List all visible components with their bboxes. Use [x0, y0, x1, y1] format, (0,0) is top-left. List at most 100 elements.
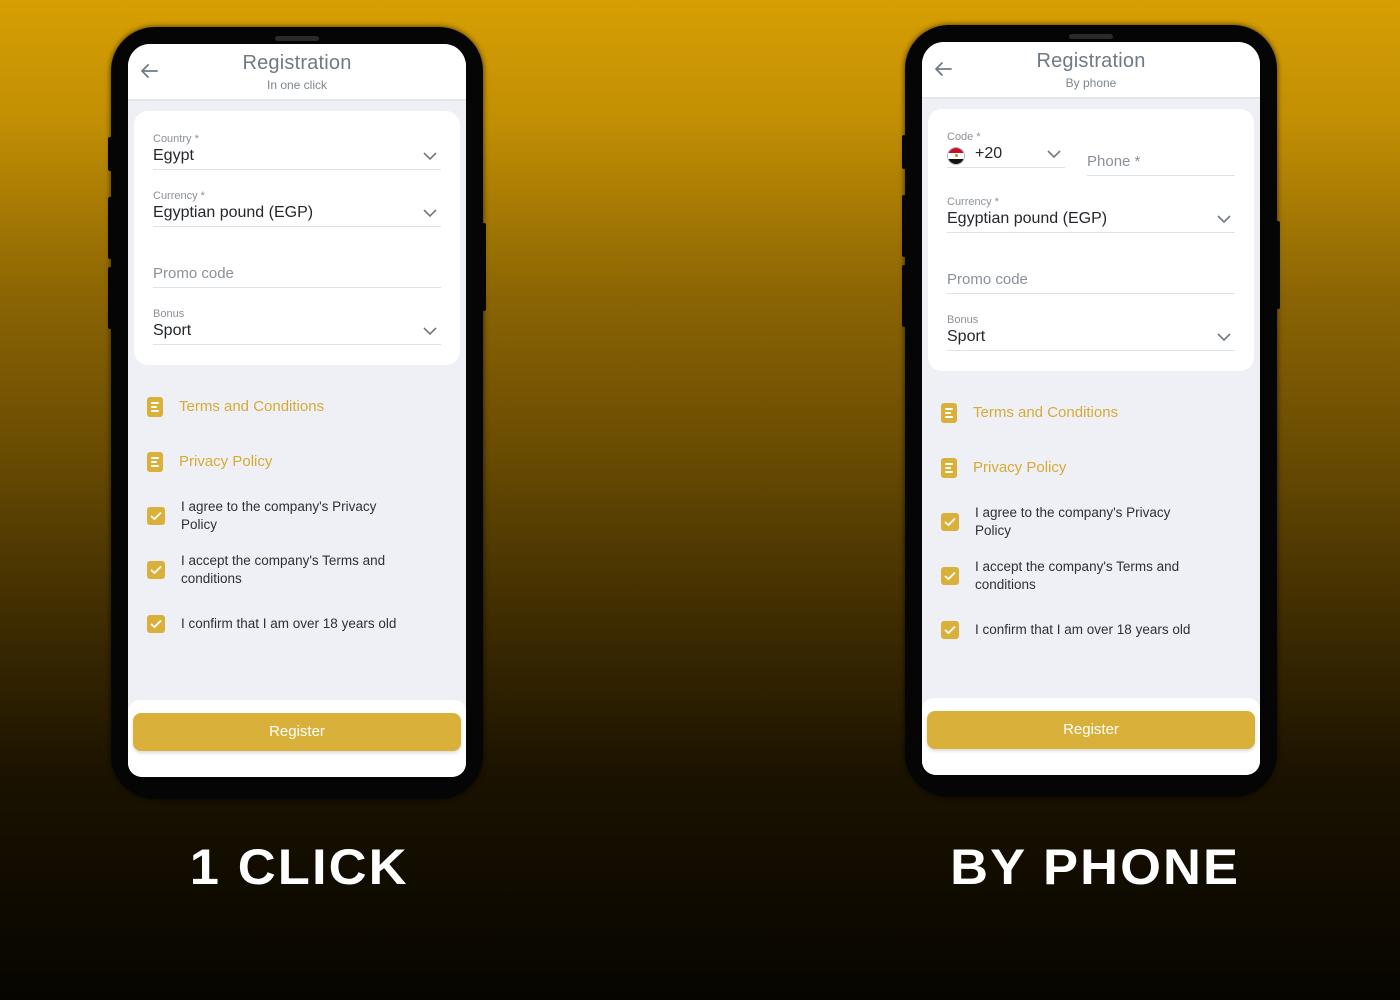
terms-link-label: Terms and Conditions: [973, 404, 1119, 421]
accept-terms-checkbox[interactable]: [147, 561, 165, 579]
app-header: Registration In one click: [128, 44, 466, 101]
phone-side-button: [108, 267, 112, 329]
currency-label: Currency *: [153, 190, 205, 202]
privacy-link-label: Privacy Policy: [973, 459, 1067, 476]
currency-select[interactable]: Currency * Egyptian pound (EGP): [153, 184, 441, 227]
accept-terms-row: I accept the company's Terms and conditi…: [941, 549, 1241, 603]
bonus-select[interactable]: Bonus Sport: [947, 308, 1235, 351]
back-arrow-icon[interactable]: [932, 58, 954, 80]
terms-link-label: Terms and Conditions: [179, 398, 325, 415]
accept-terms-label: I accept the company's Terms and conditi…: [975, 559, 1180, 592]
privacy-link[interactable]: Privacy Policy: [941, 440, 1241, 495]
country-value: Egypt: [153, 147, 194, 164]
country-label: Country *: [153, 133, 199, 145]
agree-privacy-label: I agree to the company's Privacy Policy: [975, 505, 1171, 538]
footer-bar: Register: [922, 698, 1260, 775]
agree-privacy-checkbox[interactable]: [147, 507, 165, 525]
bonus-label: Bonus: [153, 308, 185, 320]
egypt-flag-icon: [947, 147, 965, 165]
promo-code-placeholder: Promo code: [153, 265, 234, 282]
accept-terms-checkbox[interactable]: [941, 567, 959, 585]
agree-privacy-label: I agree to the company's Privacy Policy: [181, 499, 377, 532]
bonus-select[interactable]: Bonus Sport: [153, 302, 441, 345]
terms-link[interactable]: Terms and Conditions: [147, 379, 447, 434]
age-confirm-checkbox[interactable]: [147, 615, 165, 633]
chevron-down-icon: [1217, 333, 1231, 342]
agree-privacy-row: I agree to the company's Privacy Policy: [941, 495, 1241, 549]
promo-code-input[interactable]: Promo code: [947, 251, 1235, 294]
back-arrow-icon[interactable]: [138, 60, 160, 82]
checkmark-icon: [150, 511, 162, 521]
phone-notch: [1069, 34, 1113, 39]
document-icon: [941, 402, 957, 423]
chevron-down-icon: [1217, 215, 1231, 224]
accept-terms-label: I accept the company's Terms and conditi…: [181, 553, 386, 586]
form-card: Code * +20 Phone * Currency * Egyptian p…: [928, 109, 1254, 371]
phone-side-button: [108, 197, 112, 259]
page-subtitle: By phone: [1065, 76, 1117, 90]
phone-row: Code * +20 Phone *: [947, 119, 1235, 176]
checkmark-icon: [944, 571, 956, 581]
page-subtitle: In one click: [266, 78, 328, 92]
promo-code-placeholder: Promo code: [947, 271, 1028, 288]
checkmark-icon: [150, 565, 162, 575]
app-header: Registration By phone: [922, 42, 1260, 99]
bonus-label: Bonus: [947, 314, 979, 326]
terms-link[interactable]: Terms and Conditions: [941, 385, 1241, 440]
country-code-select[interactable]: Code * +20: [947, 125, 1065, 168]
bonus-value: Sport: [153, 322, 192, 339]
checkmark-icon: [150, 619, 162, 629]
checkmark-icon: [944, 625, 956, 635]
legal-section: Terms and Conditions Privacy Policy I ag…: [922, 371, 1260, 657]
bonus-value: Sport: [947, 328, 986, 345]
chevron-down-icon: [423, 152, 437, 161]
phone-by-phone: Registration By phone Code * +20 Phone *…: [902, 25, 1280, 797]
phone-power-button: [1276, 221, 1280, 309]
phone-one-click: Registration In one click Country * Egyp…: [108, 27, 486, 799]
currency-value: Egyptian pound (EGP): [947, 210, 1108, 227]
phone-notch: [275, 36, 319, 41]
currency-select[interactable]: Currency * Egyptian pound (EGP): [947, 190, 1235, 233]
page-title: Registration: [242, 52, 352, 74]
currency-value: Egyptian pound (EGP): [153, 204, 314, 221]
age-confirm-label: I confirm that I am over 18 years old: [975, 622, 1191, 637]
page-title: Registration: [1036, 50, 1146, 72]
screen: Registration In one click Country * Egyp…: [128, 44, 466, 777]
phone-side-button: [902, 135, 906, 169]
phone-side-button: [108, 137, 112, 171]
footer-bar: Register: [128, 700, 466, 777]
checkmark-icon: [944, 517, 956, 527]
chevron-down-icon: [423, 327, 437, 336]
agree-privacy-checkbox[interactable]: [941, 513, 959, 531]
privacy-link-label: Privacy Policy: [179, 453, 273, 470]
code-value: +20: [975, 145, 1003, 162]
age-confirm-checkbox[interactable]: [941, 621, 959, 639]
register-button[interactable]: Register: [927, 711, 1255, 749]
phone-side-button: [902, 265, 906, 327]
legal-section: Terms and Conditions Privacy Policy I ag…: [128, 365, 466, 651]
caption-one-click: 1 CLICK: [189, 839, 409, 895]
agree-privacy-row: I agree to the company's Privacy Policy: [147, 489, 447, 543]
document-icon: [147, 451, 163, 472]
accept-terms-row: I accept the company's Terms and conditi…: [147, 543, 447, 597]
phone-input[interactable]: Phone *: [1087, 133, 1235, 176]
age-confirm-label: I confirm that I am over 18 years old: [181, 616, 397, 631]
country-select[interactable]: Country * Egypt: [153, 127, 441, 170]
document-icon: [941, 457, 957, 478]
register-button[interactable]: Register: [133, 713, 461, 751]
phone-power-button: [482, 223, 486, 311]
chevron-down-icon: [1047, 150, 1061, 159]
code-label: Code *: [947, 131, 981, 143]
caption-by-phone: BY PHONE: [950, 839, 1241, 895]
phone-placeholder: Phone *: [1087, 153, 1141, 170]
screen: Registration By phone Code * +20 Phone *…: [922, 42, 1260, 775]
currency-label: Currency *: [947, 196, 999, 208]
document-icon: [147, 396, 163, 417]
age-confirm-row: I confirm that I am over 18 years old: [147, 597, 447, 651]
privacy-link[interactable]: Privacy Policy: [147, 434, 447, 489]
promo-code-input[interactable]: Promo code: [153, 245, 441, 288]
form-card: Country * Egypt Currency * Egyptian poun…: [134, 111, 460, 365]
chevron-down-icon: [423, 209, 437, 218]
phone-side-button: [902, 195, 906, 257]
age-confirm-row: I confirm that I am over 18 years old: [941, 603, 1241, 657]
